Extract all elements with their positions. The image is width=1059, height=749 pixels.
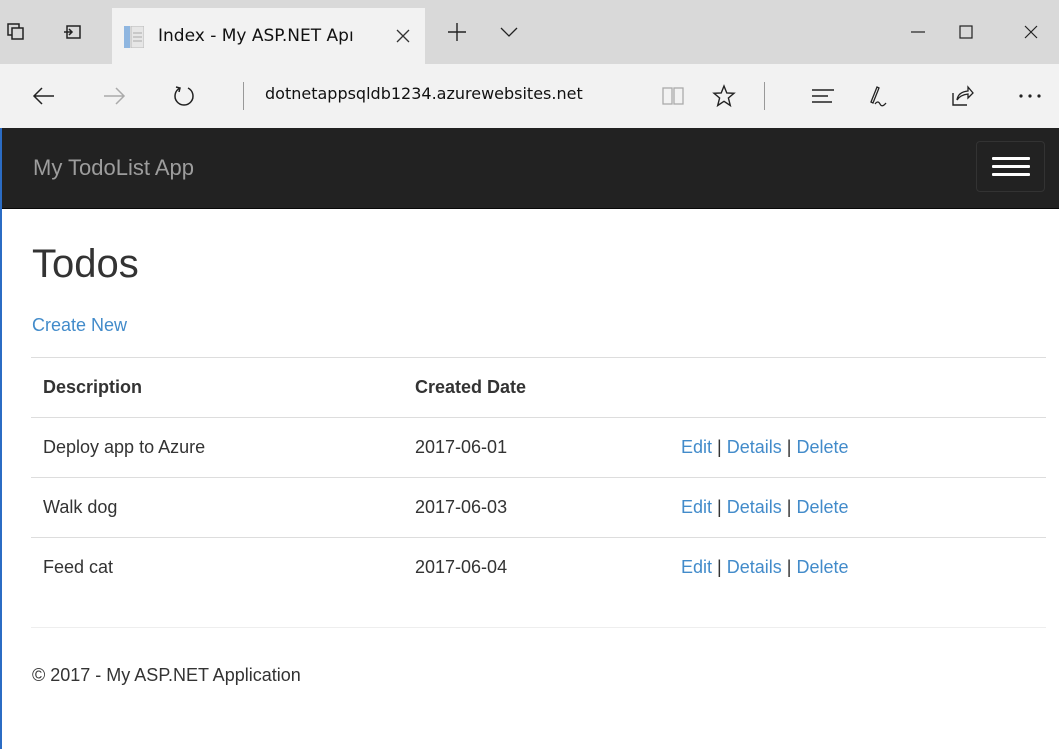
browser-tab-strip: Index - My ASP.NET Apı (0, 0, 1059, 64)
column-header-description: Description (43, 377, 143, 397)
tab-list-chevron-icon[interactable] (495, 18, 523, 46)
todo-description: Walk dog (43, 497, 118, 517)
toolbar-divider (764, 82, 765, 110)
set-aside-tabs-icon[interactable] (58, 18, 86, 46)
table-row: Feed cat 2017-06-04 Edit | Details | Del… (31, 537, 1046, 597)
delete-link[interactable]: Delete (797, 437, 849, 457)
action-separator: | (786, 557, 792, 577)
edit-link[interactable]: Edit (681, 557, 712, 577)
new-tab-icon[interactable] (443, 18, 471, 46)
page-title: Todos (32, 242, 139, 286)
row-actions: Edit | Details | Delete (681, 497, 849, 518)
details-link[interactable]: Details (727, 497, 782, 517)
action-separator: | (786, 497, 792, 517)
details-link[interactable]: Details (727, 557, 782, 577)
todo-table: Description Created Date Deploy app to A… (31, 357, 1046, 597)
todo-created-date: 2017-06-04 (415, 557, 508, 577)
page-favicon (124, 25, 145, 49)
close-tab-icon[interactable] (391, 24, 415, 48)
hamburger-bar (991, 165, 1030, 168)
delete-link[interactable]: Delete (797, 557, 849, 577)
web-note-icon[interactable] (857, 78, 893, 114)
close-window-icon[interactable] (1003, 0, 1059, 64)
footer-copyright: © 2017 - My ASP.NET Application (32, 665, 301, 685)
menu-toggle-button[interactable] (976, 141, 1045, 192)
details-link[interactable]: Details (727, 437, 782, 457)
hamburger-bar (991, 173, 1030, 176)
brand-link[interactable]: My TodoList App (33, 155, 194, 181)
footer-divider (31, 627, 1046, 628)
todo-description: Feed cat (43, 557, 114, 577)
back-icon[interactable] (26, 78, 62, 114)
column-header-created-date: Created Date (415, 377, 527, 397)
row-actions: Edit | Details | Delete (681, 437, 849, 458)
hamburger-bar (991, 157, 1030, 160)
tab-preview-icon[interactable] (2, 18, 30, 46)
address-bar[interactable]: dotnetappsqldb1234.azurewebsites.net (265, 84, 645, 103)
action-separator: | (717, 497, 722, 517)
toolbar-divider (243, 82, 244, 110)
table-row: Walk dog 2017-06-03 Edit | Details | Del… (31, 477, 1046, 537)
app-navbar: My TodoList App (0, 128, 1059, 209)
row-actions: Edit | Details | Delete (681, 557, 849, 578)
action-separator: | (717, 437, 722, 457)
edit-link[interactable]: Edit (681, 437, 712, 457)
edit-link[interactable]: Edit (681, 497, 712, 517)
window-border (0, 128, 2, 749)
reading-view-icon[interactable] (655, 78, 691, 114)
active-tab[interactable]: Index - My ASP.NET Apı (112, 8, 425, 64)
action-separator: | (717, 557, 722, 577)
create-new-link[interactable]: Create New (32, 315, 127, 336)
maximize-icon[interactable] (938, 0, 994, 64)
delete-link[interactable]: Delete (797, 497, 849, 517)
browser-toolbar: dotnetappsqldb1234.azurewebsites.net (0, 64, 1059, 128)
forward-icon[interactable] (96, 78, 132, 114)
table-row: Deploy app to Azure 2017-06-01 Edit | De… (31, 417, 1046, 477)
todo-description: Deploy app to Azure (43, 437, 206, 457)
hub-icon[interactable] (805, 78, 841, 114)
share-icon[interactable] (944, 78, 980, 114)
favorites-star-icon[interactable] (706, 78, 742, 114)
tab-title: Index - My ASP.NET Apı (158, 26, 354, 46)
table-header-row: Description Created Date (31, 357, 1046, 417)
action-separator: | (786, 437, 792, 457)
todo-created-date: 2017-06-01 (415, 437, 508, 457)
more-icon[interactable] (1012, 78, 1048, 114)
refresh-icon[interactable] (166, 78, 202, 114)
todo-created-date: 2017-06-03 (415, 497, 508, 517)
